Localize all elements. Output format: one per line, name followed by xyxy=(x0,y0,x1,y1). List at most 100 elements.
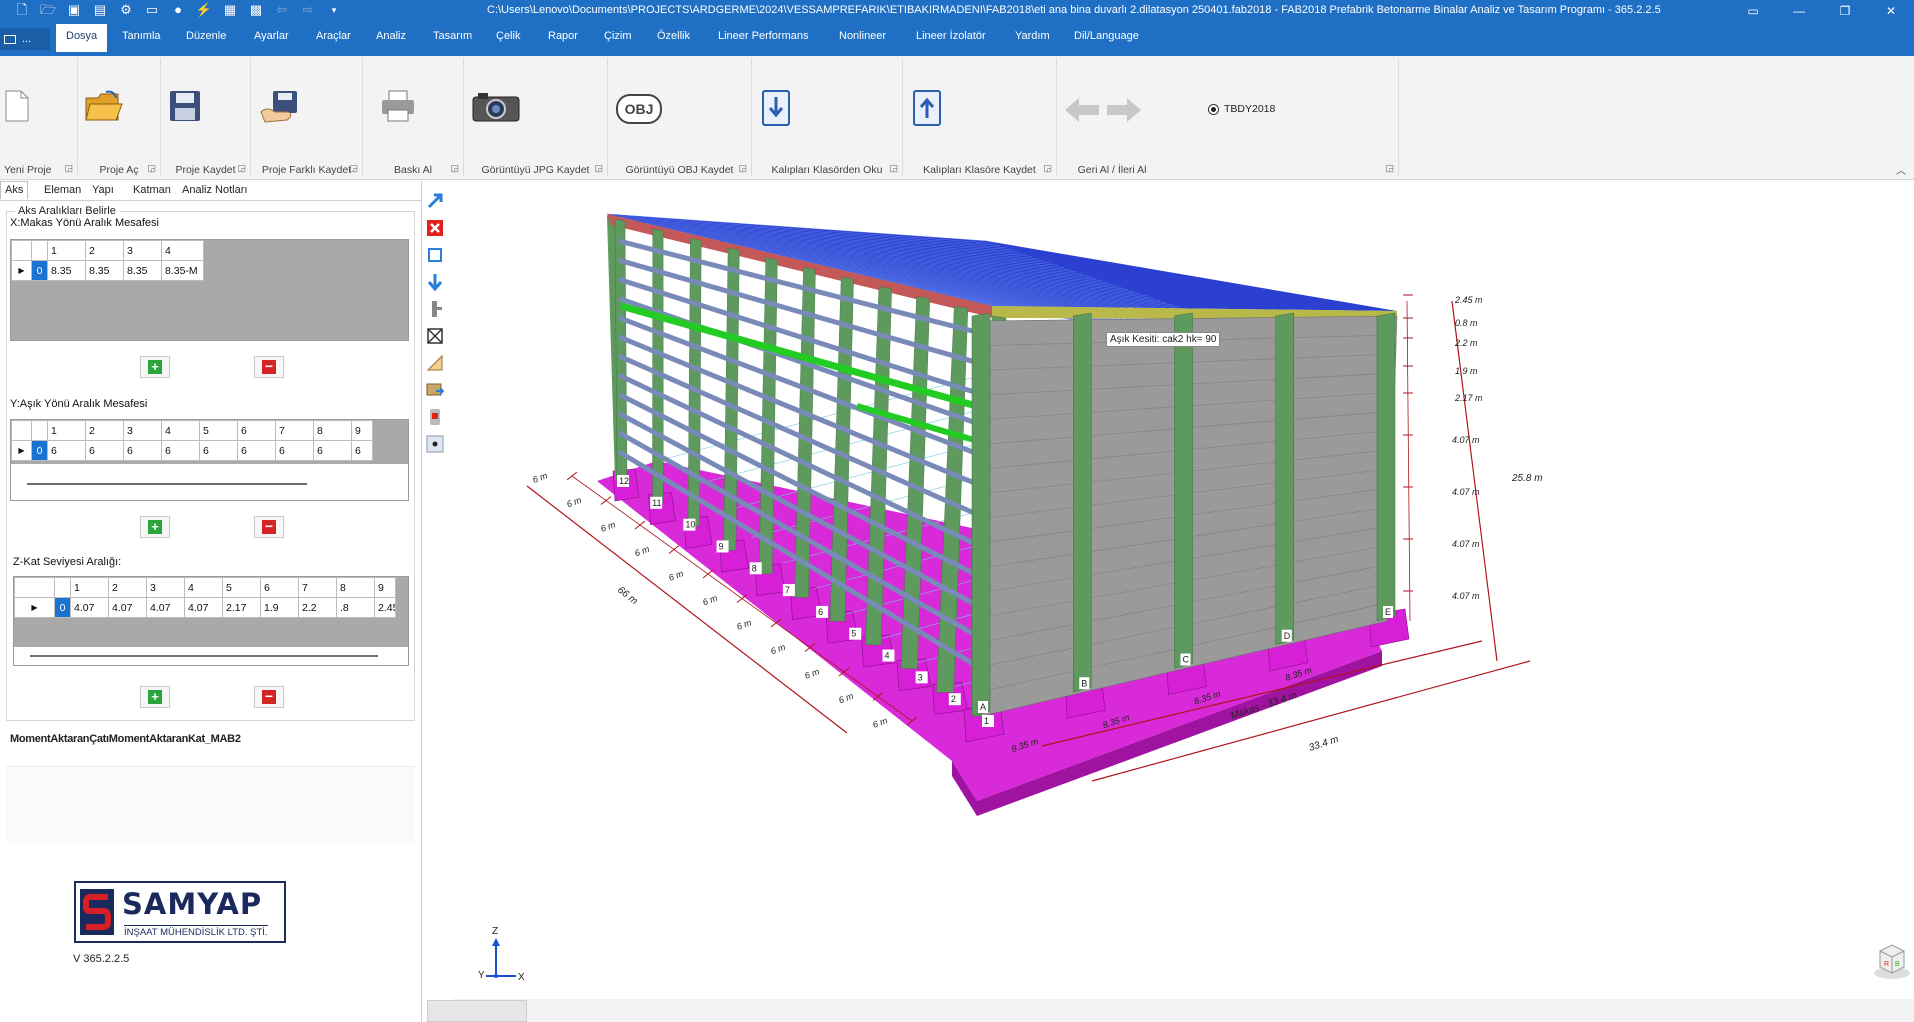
y-add-button[interactable]: + xyxy=(140,516,170,538)
group-expand-icon[interactable]: ◲ xyxy=(237,163,246,174)
minimize-icon[interactable]: — xyxy=(1776,0,1822,22)
app-menu-button[interactable]: ... xyxy=(0,28,50,50)
ribbon-group-proje-ac[interactable]: Proje Aç ◲ xyxy=(78,58,161,176)
view-cube-icon[interactable]: RB xyxy=(1872,941,1912,981)
bolt-icon[interactable]: ⚡ xyxy=(196,2,212,18)
calc-icon[interactable]: ▦ xyxy=(222,2,238,18)
grid-cell[interactable]: 8.35 xyxy=(47,260,86,281)
grid-cell[interactable]: 2.2 xyxy=(298,597,337,618)
tbdy2018-radio[interactable]: TBDY2018 xyxy=(1208,103,1275,115)
grid-cell[interactable]: 8.35-M xyxy=(161,260,204,281)
z-level-grid[interactable]: 1 2 3 4 5 6 7 8 9 ▶ 0 4.07 4.07 4.07 4.0… xyxy=(13,576,409,666)
grid-cell[interactable]: 4.07 xyxy=(184,597,223,618)
slope-tool-icon[interactable] xyxy=(424,352,446,374)
column-tool-icon[interactable] xyxy=(424,298,446,320)
tab-nonlineer[interactable]: Nonlineer xyxy=(839,30,886,42)
undo-icon[interactable]: ⇦ xyxy=(274,2,290,18)
grid-cell[interactable]: 2.17 xyxy=(222,597,261,618)
group-expand-icon[interactable]: ◲ xyxy=(64,163,73,174)
y-spacing-grid[interactable]: 1 2 3 4 5 6 7 8 9 ▶ 0 6 6 6 6 6 6 6 6 6 xyxy=(10,419,409,501)
grid-cell[interactable]: 6 xyxy=(85,440,124,461)
grid-cell[interactable]: 4.07 xyxy=(70,597,109,618)
help-window-icon[interactable]: ▭ xyxy=(1730,0,1776,22)
restore-icon[interactable]: ❐ xyxy=(1822,0,1868,22)
ribbon-group-obj-kaydet[interactable]: OBJ Görüntüyü OBJ Kaydet ◲ xyxy=(608,58,752,176)
group-expand-icon[interactable]: ◲ xyxy=(594,163,603,174)
tab-analiz[interactable]: Analiz xyxy=(376,30,406,42)
tab-tanimla[interactable]: Tanımla xyxy=(122,30,161,42)
new-icon[interactable]: 🗋 xyxy=(14,2,30,18)
grid-icon[interactable]: ▩ xyxy=(248,2,264,18)
group-expand-icon[interactable]: ◲ xyxy=(349,163,358,174)
tab-dil-language[interactable]: Dil/Language xyxy=(1074,30,1139,42)
ribbon-group-baski-al[interactable]: Baskı Al ◲ xyxy=(363,58,464,176)
grid-cell[interactable]: 6 xyxy=(313,440,352,461)
y-delete-button[interactable]: − xyxy=(254,516,284,538)
group-expand-icon[interactable]: ◲ xyxy=(1385,163,1394,174)
ribbon-group-yeni-proje[interactable]: Yeni Proje ◲ xyxy=(0,58,78,176)
ribbon-group-kaliplari-oku[interactable]: Kalıpları Klasörden Oku ◲ xyxy=(752,58,903,176)
panel-tab-aks[interactable]: Aks xyxy=(0,181,29,199)
group-expand-icon[interactable]: ◲ xyxy=(450,163,459,174)
panel-tab-katman[interactable]: Katman xyxy=(133,184,171,196)
zoom-extent-icon[interactable] xyxy=(424,244,446,266)
point-tool-icon[interactable] xyxy=(424,433,446,455)
grid-cell[interactable]: 6 xyxy=(199,440,238,461)
row-index-cell[interactable]: 0 xyxy=(31,440,48,461)
structure-3d-model[interactable]: 66 m6 m6 m6 m6 m6 m6 m6 m6 m6 m6 m6 mMak… xyxy=(452,181,1914,999)
grid-cell[interactable]: 1.9 xyxy=(260,597,299,618)
grid-cell[interactable]: 6 xyxy=(161,440,200,461)
select-arrow-icon[interactable] xyxy=(424,190,446,212)
save-as-icon[interactable]: ▤ xyxy=(92,2,108,18)
ribbon-group-proje-farkli-kaydet[interactable]: Proje Farklı Kaydet ◲ xyxy=(251,58,363,176)
grid-cell[interactable]: 4.07 xyxy=(108,597,147,618)
brace-tool-icon[interactable] xyxy=(424,325,446,347)
group-expand-icon[interactable]: ◲ xyxy=(1043,163,1052,174)
tab-tasarim[interactable]: Tasarım xyxy=(433,30,472,42)
tab-ozellik[interactable]: Özellik xyxy=(657,30,690,42)
panel-tab-analiz-notlari[interactable]: Analiz Notları xyxy=(182,184,247,196)
panel-tab-eleman[interactable]: Eleman xyxy=(44,184,81,196)
delete-x-icon[interactable] xyxy=(424,217,446,239)
tab-yardim[interactable]: Yardım xyxy=(1015,30,1050,42)
ribbon-group-proje-kaydet[interactable]: Proje Kaydet ◲ xyxy=(161,58,251,176)
grid-cell[interactable]: .8 xyxy=(336,597,375,618)
tab-lineer-izolator[interactable]: Lineer İzolatör xyxy=(916,30,986,42)
tab-dosya[interactable]: Dosya xyxy=(56,24,108,52)
y-horizontal-scrollbar[interactable] xyxy=(27,483,307,485)
x-add-button[interactable]: + xyxy=(140,356,170,378)
grid-cell[interactable]: 8.35 xyxy=(123,260,162,281)
open-icon[interactable]: 🗁 xyxy=(40,2,56,18)
tab-lineer-performans[interactable]: Lineer Performans xyxy=(718,30,809,42)
grid-cell[interactable]: 6 xyxy=(351,440,373,461)
grid-cell[interactable]: 6 xyxy=(123,440,162,461)
close-icon[interactable]: ✕ xyxy=(1868,0,1914,22)
redo-icon[interactable]: ⇨ xyxy=(300,2,316,18)
layer-tool-icon[interactable] xyxy=(424,379,446,401)
tab-celik[interactable]: Çelik xyxy=(496,30,520,42)
grid-cell[interactable]: 2.45 xyxy=(374,597,396,618)
group-expand-icon[interactable]: ◲ xyxy=(738,163,747,174)
ribbon-group-geri-ileri[interactable]: Geri Al / İleri Al ◲ xyxy=(1057,58,1399,176)
z-add-button[interactable]: + xyxy=(140,686,170,708)
row-index-cell[interactable]: 0 xyxy=(54,597,71,618)
group-expand-icon[interactable]: ◲ xyxy=(147,163,156,174)
settings-icon[interactable]: ⚙ xyxy=(118,2,134,18)
save-icon[interactable]: ▣ xyxy=(66,2,82,18)
record-tool-icon[interactable] xyxy=(424,406,446,428)
tab-duzenle[interactable]: Düzenle xyxy=(186,30,226,42)
x-spacing-grid[interactable]: 1 2 3 4 ▶ 0 8.35 8.35 8.35 8.35-M xyxy=(10,239,409,341)
group-expand-icon[interactable]: ◲ xyxy=(889,163,898,174)
tab-cizim[interactable]: Çizim xyxy=(604,30,632,42)
x-delete-button[interactable]: − xyxy=(254,356,284,378)
window-icon[interactable]: ▭ xyxy=(144,2,160,18)
globe-icon[interactable]: ● xyxy=(170,2,186,18)
grid-cell[interactable]: 6 xyxy=(275,440,314,461)
z-delete-button[interactable]: − xyxy=(254,686,284,708)
3d-viewport[interactable]: 66 m6 m6 m6 m6 m6 m6 m6 m6 m6 m6 m6 m Mak… xyxy=(452,181,1914,999)
grid-cell[interactable]: 8.35 xyxy=(85,260,124,281)
grid-cell[interactable]: 4.07 xyxy=(146,597,185,618)
grid-cell[interactable]: 6 xyxy=(237,440,276,461)
ribbon-group-kaliplari-kaydet[interactable]: Kalıpları Klasöre Kaydet ◲ xyxy=(903,58,1057,176)
tab-ayarlar[interactable]: Ayarlar xyxy=(254,30,289,42)
